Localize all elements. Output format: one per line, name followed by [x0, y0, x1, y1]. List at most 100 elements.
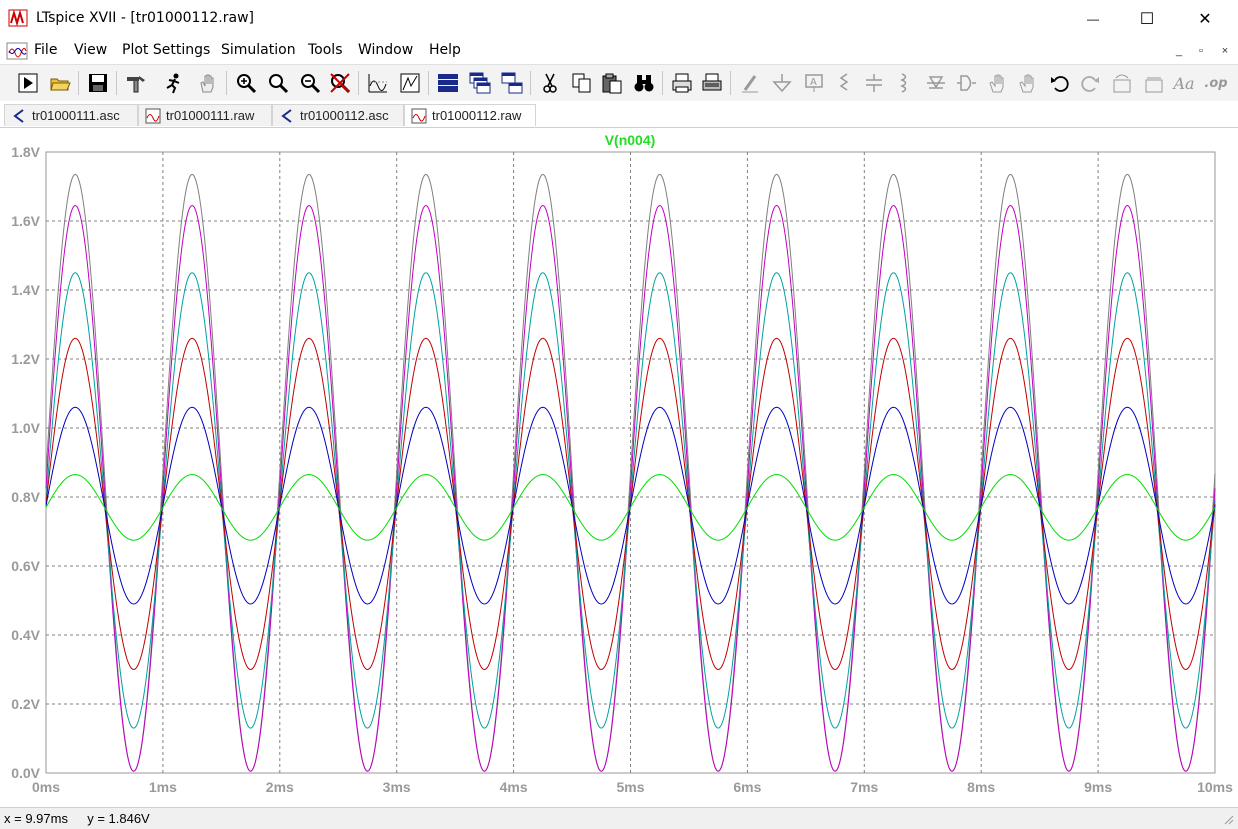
cut-icon — [543, 73, 557, 93]
maximize-button[interactable]: ☐ — [1124, 0, 1170, 38]
x-tick-label: 4ms — [500, 779, 528, 795]
y-tick-label: 0.4V — [11, 627, 40, 643]
component-icon — [957, 75, 976, 91]
tab-tr01000111-asc[interactable]: tr01000111.asc — [4, 104, 138, 126]
toolbar-separator — [78, 71, 79, 95]
autorange-button[interactable] — [366, 71, 390, 95]
resistor-icon — [839, 73, 849, 91]
mdi-close-button[interactable]: × — [1216, 43, 1234, 59]
x-tick-label: 9ms — [1084, 779, 1112, 795]
close-button[interactable]: ✕ — [1182, 0, 1228, 38]
x-tick-label: 2ms — [266, 779, 294, 795]
cut-button[interactable] — [538, 71, 562, 95]
schematic-icon — [13, 108, 24, 123]
tab-tr01000112-raw[interactable]: tr01000112.raw — [404, 104, 536, 126]
inductor-button[interactable] — [892, 71, 916, 95]
cursor-readout: x = 9.97ms y = 1.846V — [4, 811, 150, 826]
tile-vertical-button[interactable] — [500, 71, 524, 95]
x-tick-label: 7ms — [850, 779, 878, 795]
run-halt-button[interactable] — [162, 71, 186, 95]
x-axis: 0ms 1ms 2ms 3ms 4ms 5ms 6ms 7ms 8ms 9ms 10ms — [32, 779, 1233, 795]
cascade-button[interactable] — [468, 71, 492, 95]
mdi-close-icon: × — [1221, 45, 1229, 57]
zoom-cancel-button[interactable] — [328, 71, 352, 95]
y-tick-label: 1.2V — [11, 351, 40, 367]
schematic-icon — [281, 108, 292, 123]
mdi-restore-button[interactable]: ▫ — [1192, 43, 1210, 59]
pan-button[interactable] — [196, 71, 220, 95]
save-button[interactable] — [86, 71, 110, 95]
diode-button[interactable] — [924, 71, 948, 95]
tab-label: tr01000111.raw — [166, 108, 255, 123]
zoom-in-button[interactable] — [234, 71, 258, 95]
undo-button[interactable] — [1048, 71, 1072, 95]
capacitor-button[interactable] — [862, 71, 886, 95]
drag-button[interactable] — [1016, 71, 1040, 95]
control-panel-button[interactable] — [124, 71, 148, 95]
open-button[interactable] — [48, 71, 72, 95]
rotate-button[interactable] — [1110, 71, 1134, 95]
toolbar-separator — [530, 71, 531, 95]
redo-button[interactable] — [1078, 71, 1102, 95]
menu-tools[interactable]: Tools — [308, 42, 343, 58]
text-button[interactable]: Aa — [1172, 71, 1196, 95]
cursor-y-readout: y = 1.846V — [87, 811, 150, 826]
ground-button[interactable] — [770, 71, 794, 95]
waveform-plot-pane[interactable]: V(n004) 0.0V 0.2V 0.4V 0.6V 0.8V 1.0V 1.2V 1.4V… — [0, 128, 1238, 808]
trace-title[interactable]: V(n004) — [605, 132, 656, 148]
print-preview-icon — [672, 73, 692, 93]
label-button[interactable]: A — [802, 71, 826, 95]
mdi-minimize-button[interactable]: _ — [1170, 43, 1188, 59]
component-button[interactable] — [954, 71, 978, 95]
redo-icon — [1081, 76, 1099, 92]
menu-file[interactable]: File — [34, 42, 57, 58]
tab-label: tr01000111.asc — [32, 108, 120, 123]
waveform-icon — [411, 108, 427, 123]
mirror-button[interactable] — [1142, 71, 1166, 95]
fft-icon — [400, 73, 420, 93]
move-icon — [989, 74, 1004, 93]
y-tick-label: 1.0V — [11, 420, 40, 436]
zoom-area-button[interactable] — [266, 71, 290, 95]
minimize-button[interactable]: — — [1070, 0, 1116, 38]
open-icon — [50, 78, 71, 91]
toolbar-separator — [730, 71, 731, 95]
menu-window[interactable]: Window — [358, 42, 413, 58]
spice-directive-icon: .op — [1204, 75, 1228, 91]
fft-button[interactable] — [398, 71, 422, 95]
spice-directive-button[interactable]: .op — [1204, 71, 1228, 95]
run-button[interactable] — [16, 71, 40, 95]
menu-plot-settings[interactable]: Plot Settings — [122, 42, 210, 58]
find-button[interactable] — [632, 71, 656, 95]
tile-horizontal-button[interactable] — [436, 71, 460, 95]
cursor-x-readout: x = 9.97ms — [4, 811, 68, 826]
menu-simulation[interactable]: Simulation — [221, 42, 296, 58]
resistor-button[interactable] — [832, 71, 856, 95]
waveform-plot[interactable]: V(n004) 0.0V0.2V0.4V0.6V0.8V1.0V1.2V1.4V… — [0, 128, 1238, 808]
tab-tr01000111-raw[interactable]: tr01000111.raw — [138, 104, 272, 126]
ltspice-logo-icon — [8, 9, 28, 27]
menu-help[interactable]: Help — [429, 42, 461, 58]
y-tick-label: 1.8V — [11, 144, 40, 160]
x-tick-label: 1ms — [149, 779, 177, 795]
paste-button[interactable] — [600, 71, 624, 95]
drag-icon — [1019, 74, 1034, 93]
print-preview-button[interactable] — [670, 71, 694, 95]
wire-icon — [742, 75, 758, 93]
copy-button[interactable] — [570, 71, 594, 95]
autorange-icon — [368, 74, 387, 93]
wire-button[interactable] — [738, 71, 762, 95]
y-axis: 0.0V0.2V0.4V0.6V0.8V1.0V1.2V1.4V1.6V1.8V — [11, 144, 40, 781]
mdi-minimize-icon: _ — [1175, 45, 1183, 57]
resize-grip-icon[interactable] — [1222, 813, 1234, 825]
tab-tr01000112-asc[interactable]: tr01000112.asc — [272, 104, 404, 126]
paste-icon — [602, 73, 622, 94]
y-tick-label: 1.6V — [11, 213, 40, 229]
print-icon — [702, 73, 722, 91]
move-button[interactable] — [986, 71, 1010, 95]
print-button[interactable] — [700, 71, 724, 95]
zoom-out-button[interactable] — [298, 71, 322, 95]
tab-label: tr01000112.raw — [432, 108, 522, 123]
toolbar-separator — [428, 71, 429, 95]
menu-view[interactable]: View — [74, 42, 107, 58]
